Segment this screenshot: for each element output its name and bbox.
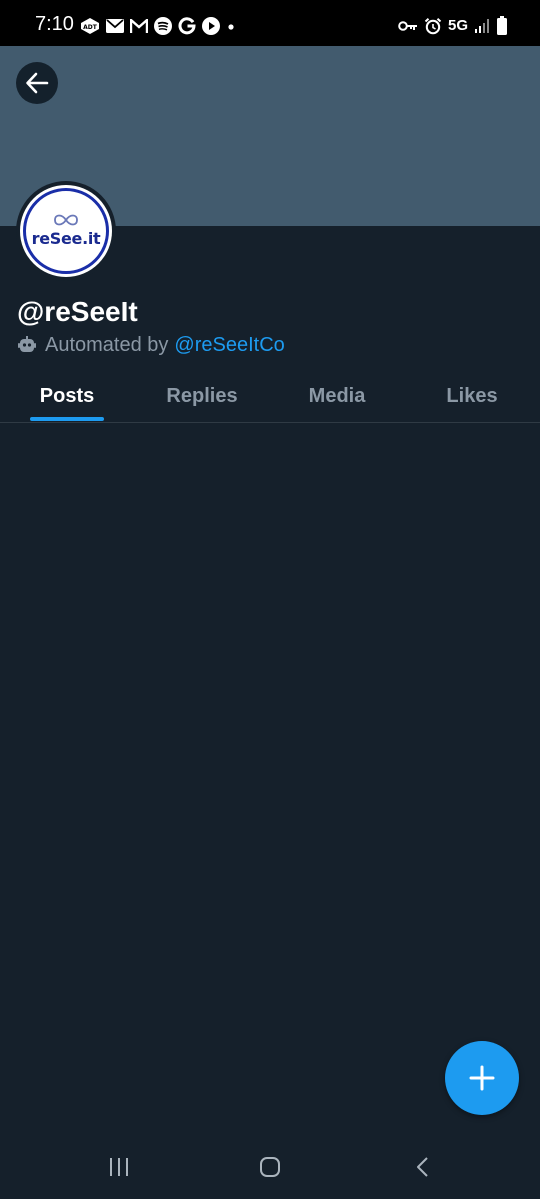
automated-label-row: Automated by @reSeeItCo bbox=[17, 333, 285, 357]
avatar[interactable]: reSee.it bbox=[16, 181, 116, 281]
profile-tabs: Posts Replies Media Likes bbox=[0, 370, 540, 423]
robot-icon bbox=[18, 336, 36, 352]
gmail-icon bbox=[130, 19, 148, 33]
recent-apps-button[interactable] bbox=[99, 1153, 139, 1181]
spotify-icon bbox=[154, 17, 172, 35]
status-bar: 7:10 ADT 5G bbox=[0, 0, 540, 46]
arrow-left-icon bbox=[26, 72, 49, 94]
mail-icon bbox=[106, 19, 124, 33]
back-button[interactable] bbox=[16, 62, 58, 104]
status-time: 7:10 bbox=[35, 13, 74, 35]
recent-apps-icon bbox=[110, 1158, 128, 1176]
tab-replies[interactable]: Replies bbox=[134, 370, 270, 422]
dot-icon bbox=[228, 24, 234, 30]
status-right: 5G bbox=[398, 15, 508, 37]
profile-handle: @reSeeIt bbox=[17, 296, 138, 327]
active-tab-indicator bbox=[30, 417, 104, 421]
notification-icons: ADT bbox=[80, 17, 236, 35]
alarm-icon bbox=[424, 18, 442, 35]
home-icon bbox=[260, 1157, 280, 1177]
tab-posts[interactable]: Posts bbox=[0, 370, 134, 422]
vpn-key-icon bbox=[398, 21, 417, 31]
avatar-logo-text: reSee.it bbox=[31, 229, 101, 248]
network-label: 5G bbox=[447, 17, 468, 34]
system-nav-bar bbox=[0, 1135, 540, 1199]
home-button[interactable] bbox=[250, 1153, 290, 1181]
battery-icon bbox=[497, 16, 507, 35]
avatar-image: reSee.it bbox=[20, 185, 112, 277]
plus-icon bbox=[469, 1065, 495, 1091]
tab-media[interactable]: Media bbox=[270, 370, 404, 422]
svg-text:ADT: ADT bbox=[83, 24, 98, 31]
adt-icon: ADT bbox=[81, 18, 99, 34]
system-back-button[interactable] bbox=[402, 1153, 442, 1181]
play-icon bbox=[202, 17, 220, 35]
compose-button[interactable] bbox=[445, 1041, 519, 1115]
google-icon bbox=[178, 17, 196, 35]
automated-prefix: Automated by bbox=[45, 333, 169, 356]
signal-icon bbox=[475, 19, 489, 33]
tab-likes[interactable]: Likes bbox=[404, 370, 540, 422]
infinity-icon bbox=[54, 214, 78, 226]
back-icon bbox=[417, 1157, 428, 1177]
automated-by-link[interactable]: @reSeeItCo bbox=[174, 334, 284, 357]
